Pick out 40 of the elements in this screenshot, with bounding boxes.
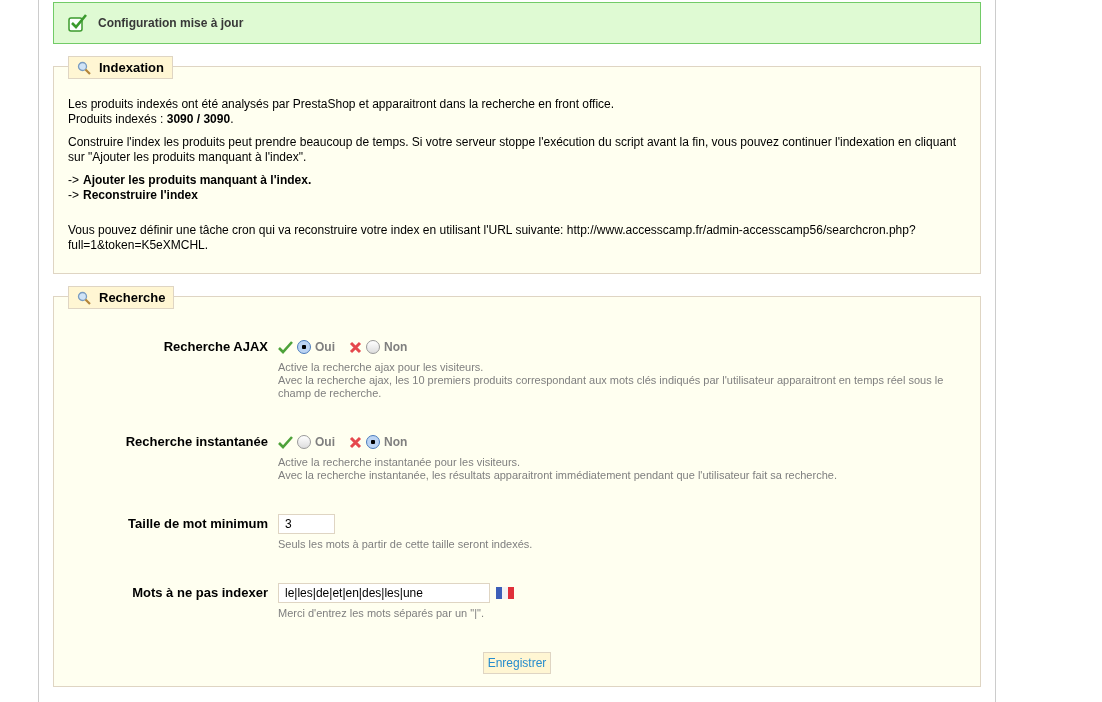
check-icon <box>278 435 293 449</box>
checkbox-check-icon <box>68 14 88 32</box>
field-label: Recherche instantanée <box>124 433 269 451</box>
cron-text: Vous pouvez définir une tâche cron qui va reconstruire votre index en utilisant l'URL suivante: http://www.accesscamp.fr/admin-accesscamp56/searchcron.php?full=1&token=K5eXMCHL. <box>68 223 917 253</box>
help-text: Active la recherche instantanée pour les visiteurs. <box>278 456 522 469</box>
flag-icon[interactable] <box>496 587 514 599</box>
help-text: Active la recherche ajax pour les visiteurs. <box>278 361 485 374</box>
legend-text: Indexation <box>99 60 164 75</box>
check-icon <box>278 340 293 354</box>
cross-icon <box>349 340 362 354</box>
arrow-text: -> <box>68 188 79 203</box>
explanation-text: Construire l'index les produits peut prendre beaucoup de temps. Si votre serveur stoppe l'exécution du script avant la fin, vous pouvez continuer l'indexation en cliquant sur "Ajouter les produits manquant à l'index". <box>68 135 958 165</box>
option-label: Non <box>384 435 408 449</box>
field-label: Recherche AJAX <box>162 338 269 356</box>
arrow-text: -> <box>68 173 79 188</box>
input-field[interactable]: 3 <box>278 514 335 534</box>
help-text: Merci d'entrez les mots séparés par un "|". <box>278 607 485 620</box>
option-label: Non <box>384 340 408 354</box>
option-label: Oui <box>315 340 335 354</box>
field-label: Taille de mot minimum <box>127 515 269 533</box>
radio-button[interactable] <box>297 435 311 449</box>
help-text: Avec la recherche instantanée, les résultats apparaitront immédiatement pendant que l'utilisateur fait sa recherche. <box>278 469 838 482</box>
radio-button[interactable] <box>366 435 380 449</box>
info-text: Produits indexés : 3090 / 3090. <box>68 112 235 127</box>
help-text: Seuls les mots à partir de cette taille seront indexés. <box>278 538 534 551</box>
radio-button[interactable] <box>297 340 311 354</box>
notice-text: Configuration mise à jour <box>98 16 244 30</box>
radio-button[interactable] <box>366 340 380 354</box>
action-link[interactable]: Reconstruire l'index <box>83 188 198 203</box>
legend-text: Recherche <box>99 290 166 305</box>
help-text: Avec la recherche ajax, les 10 premiers produits correspondant aux mots clés indiqués par l'utilisateur apparaitront en temps réel sous le champ de recherche. <box>278 374 945 400</box>
option-label: Oui <box>315 435 335 449</box>
field-label: Mots à ne pas indexer <box>131 584 269 602</box>
info-text: Les produits indexés ont été analysés par PrestaShop et apparaitront dans la recherche en front office. <box>68 97 616 112</box>
save-button[interactable]: Enregistrer <box>482 652 552 674</box>
magnifier-icon <box>77 60 91 75</box>
action-link[interactable]: Ajouter les produits manquant à l'index. <box>83 173 312 188</box>
cross-icon <box>349 435 362 449</box>
magnifier-icon <box>77 290 91 305</box>
input-field[interactable]: le|les|de|et|en|des|les|une <box>278 583 490 603</box>
